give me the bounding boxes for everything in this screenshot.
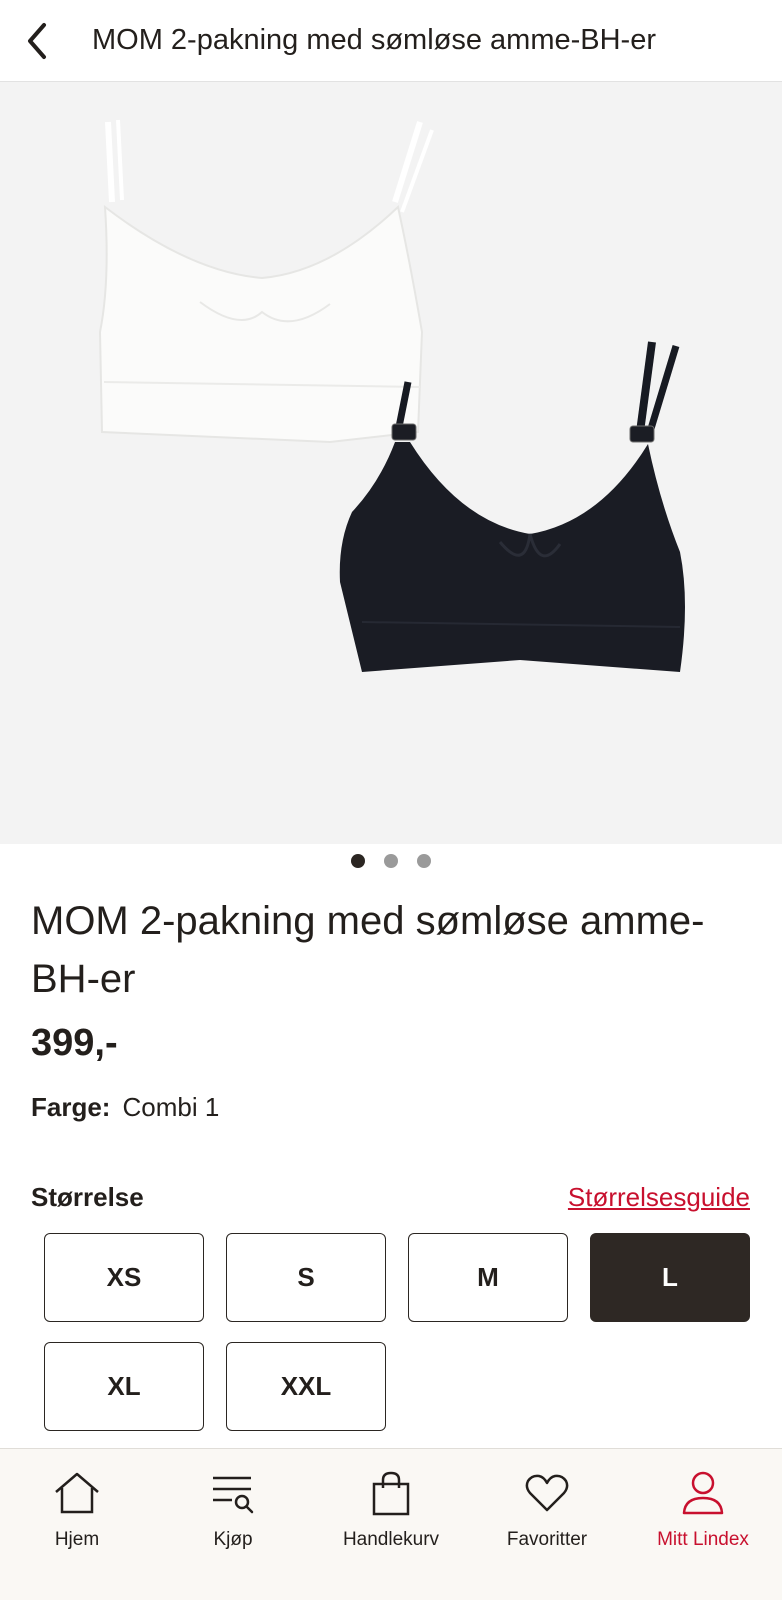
nav-label: Handlekurv [342, 1529, 440, 1550]
shopping-bag-icon [365, 1467, 417, 1519]
size-option-xs[interactable]: XS [44, 1233, 204, 1322]
heart-icon [521, 1467, 573, 1519]
color-row: Farge: Combi 1 [31, 1092, 219, 1123]
product-price: 399,- [31, 1022, 118, 1064]
carousel-indicator [0, 854, 782, 870]
carousel-dot-1[interactable] [351, 854, 365, 868]
nav-label: Kjøp [213, 1529, 253, 1550]
page-title: MOM 2-pakning med sømløse amme-BH-er [92, 24, 656, 56]
size-option-l[interactable]: L [590, 1233, 750, 1322]
nav-label: Mitt Lindex [657, 1529, 749, 1550]
nav-item-mitt-lindex[interactable]: Mitt Lindex [628, 1467, 778, 1567]
size-option-m[interactable]: M [408, 1233, 568, 1322]
color-label: Farge: [31, 1092, 111, 1122]
nav-item-handlekurv[interactable]: Handlekurv [316, 1467, 466, 1567]
size-option-xxl[interactable]: XXL [226, 1342, 386, 1431]
nav-label: Favoritter [506, 1529, 588, 1550]
product-image-carousel[interactable] [0, 82, 782, 844]
shop-search-icon [207, 1467, 259, 1519]
home-icon [51, 1467, 103, 1519]
nav-label: Hjem [54, 1529, 100, 1550]
size-label: Størrelse [31, 1182, 144, 1212]
size-option-xl[interactable]: XL [44, 1342, 204, 1431]
user-icon [677, 1467, 729, 1519]
nav-item-kjop[interactable]: Kjøp [158, 1467, 308, 1567]
nav-item-favoritter[interactable]: Favoritter [472, 1467, 622, 1567]
color-value: Combi 1 [122, 1092, 220, 1122]
back-button[interactable] [14, 18, 60, 64]
chevron-left-icon [28, 23, 46, 59]
product-photo [0, 82, 782, 844]
product-title: MOM 2-pakning med sømløse amme-BH-er [31, 899, 705, 1001]
bottom-navigation: Hjem Kjøp Handlekurv Favoritter Mitt Lin… [0, 1448, 782, 1600]
size-option-s[interactable]: S [226, 1233, 386, 1322]
top-bar: MOM 2-pakning med sømløse amme-BH-er [0, 0, 782, 82]
size-guide-link[interactable]: Størrelsesguide [568, 1182, 750, 1213]
carousel-dot-3[interactable] [417, 854, 431, 868]
carousel-dot-2[interactable] [384, 854, 398, 868]
nav-item-hjem[interactable]: Hjem [2, 1467, 152, 1567]
